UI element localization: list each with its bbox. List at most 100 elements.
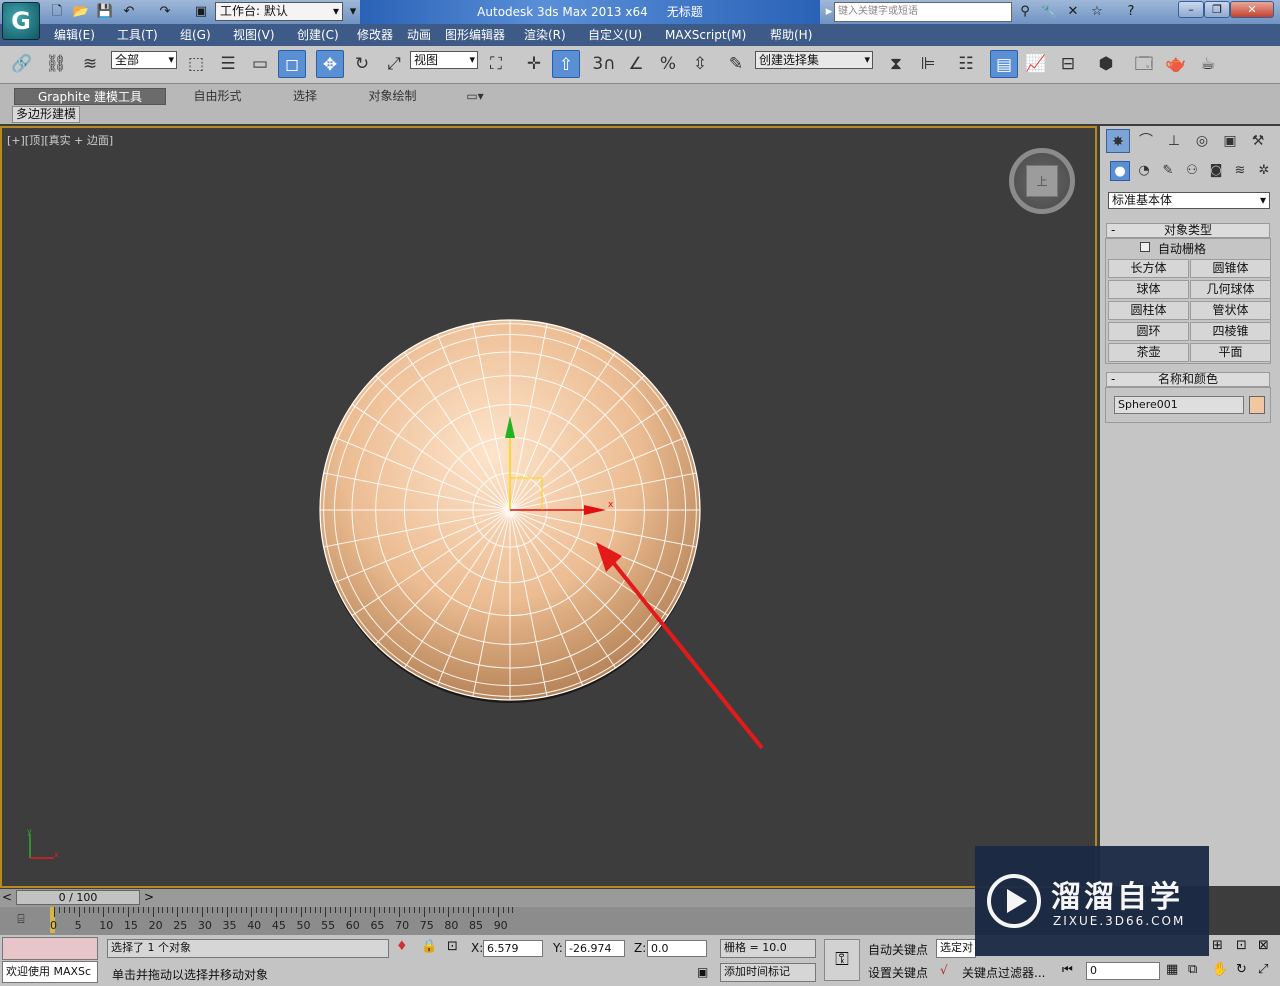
time-slider[interactable]: < 0 / 100 >: [0, 889, 975, 907]
pyramid-button[interactable]: 四棱锥: [1190, 322, 1271, 341]
menu-graph-editors[interactable]: 图形编辑器: [445, 24, 505, 46]
time-slider-thumb[interactable]: 0 / 100: [16, 890, 140, 905]
edit-named-selection-icon[interactable]: ✎: [722, 50, 750, 78]
close-button[interactable]: ✕: [1230, 1, 1274, 18]
select-manipulate-icon[interactable]: ✛: [520, 50, 548, 78]
motion-tab-icon[interactable]: ◎: [1190, 129, 1214, 153]
absolute-mode-icon[interactable]: ⊡: [447, 939, 458, 954]
new-file-icon[interactable]: 🗋: [48, 3, 66, 21]
z-coordinate-input[interactable]: 0.0: [647, 940, 707, 957]
polygon-modeling-panel[interactable]: 多边形建模: [12, 106, 80, 123]
box-button[interactable]: 长方体: [1108, 259, 1189, 278]
redo-icon[interactable]: ↷: [156, 3, 174, 21]
undo-icon[interactable]: ↶: [120, 3, 138, 21]
percent-snap-icon[interactable]: %: [654, 50, 682, 78]
selection-filter-dropdown[interactable]: 全部: [111, 51, 177, 69]
favorites-star-icon[interactable]: ☆: [1088, 3, 1106, 21]
y-coordinate-input[interactable]: -26.974: [565, 940, 625, 957]
project-folder-icon[interactable]: ▣: [192, 3, 210, 21]
space-warps-icon[interactable]: ≋: [1230, 161, 1250, 181]
selection-lock-icon[interactable]: 🔒: [421, 939, 437, 954]
select-and-move-icon[interactable]: ✥: [316, 50, 344, 78]
spinner-snap-icon[interactable]: ⇳: [686, 50, 714, 78]
tab-object-paint[interactable]: 对象绘制: [345, 88, 440, 105]
link-icon[interactable]: 🔗: [8, 50, 36, 78]
prev-frame-icon[interactable]: <: [2, 890, 12, 904]
track-bar[interactable]: ⌸ 0 5 10 15 20 25 30 35 40 45 50 55 60 65 70 75 80 85 90: [0, 907, 975, 935]
teapot-button[interactable]: 茶壶: [1108, 343, 1189, 362]
curve-editor-icon[interactable]: 📈: [1022, 50, 1050, 78]
app-logo-button[interactable]: G: [2, 2, 40, 40]
search-input[interactable]: 键入关键字或短语: [834, 2, 1012, 22]
display-tab-icon[interactable]: ▣: [1218, 129, 1242, 153]
sphere-object[interactable]: [319, 319, 701, 703]
render-production-icon[interactable]: ☕: [1194, 50, 1222, 78]
add-time-tag[interactable]: 添加时间标记: [720, 963, 816, 982]
viewport-top[interactable]: [+][顶][真实 + 边面] 上 x y x: [0, 126, 1097, 888]
menu-tools[interactable]: 工具(T): [117, 24, 158, 46]
next-frame-icon[interactable]: >: [144, 890, 154, 904]
cone-button[interactable]: 圆锥体: [1190, 259, 1271, 278]
select-by-name-icon[interactable]: ☰: [214, 50, 242, 78]
object-name-input[interactable]: Sphere001: [1114, 396, 1244, 414]
menu-edit[interactable]: 编辑(E): [54, 24, 95, 46]
x-coordinate-input[interactable]: 6.579: [483, 940, 543, 957]
cameras-icon[interactable]: ⚇: [1182, 161, 1202, 181]
geometry-icon[interactable]: ●: [1110, 161, 1130, 181]
pivot-point-icon[interactable]: ⛶: [482, 50, 510, 78]
zoom-region-icon[interactable]: ⧉: [1188, 962, 1197, 977]
subscription-icon[interactable]: 🔧: [1040, 3, 1058, 21]
named-selection-sets-dropdown[interactable]: 创建选择集: [755, 51, 873, 69]
help-icon[interactable]: ?: [1122, 3, 1140, 21]
zoom-extents-icon[interactable]: ⊞: [1212, 938, 1223, 953]
menu-help[interactable]: 帮助(H): [770, 24, 812, 46]
plane-button[interactable]: 平面: [1190, 343, 1271, 362]
rendered-frame-icon[interactable]: 🫖: [1162, 50, 1190, 78]
tab-freeform[interactable]: 自由形式: [170, 88, 265, 105]
schematic-view-icon[interactable]: ⊟: [1054, 50, 1082, 78]
isolate-selection-icon[interactable]: ♦: [396, 939, 408, 954]
workspace-dropdown[interactable]: 工作台: 默认: [215, 2, 343, 21]
field-of-view-icon[interactable]: ⊠: [1258, 938, 1269, 953]
goto-start-icon[interactable]: ⏮: [1062, 962, 1073, 977]
tab-selection[interactable]: 选择: [270, 88, 340, 105]
autogrid-checkbox[interactable]: [1140, 242, 1150, 252]
shapes-icon[interactable]: ◔: [1134, 161, 1154, 181]
mirror-icon[interactable]: ⧗: [882, 50, 910, 78]
object-color-swatch[interactable]: [1249, 396, 1265, 414]
keyboard-shortcut-override-icon[interactable]: ⇧: [552, 50, 580, 78]
material-editor-icon[interactable]: ⬢: [1092, 50, 1120, 78]
angle-snap-icon[interactable]: ∠: [622, 50, 650, 78]
geosphere-button[interactable]: 几何球体: [1190, 280, 1271, 299]
torus-button[interactable]: 圆环: [1108, 322, 1189, 341]
ribbon-options-icon[interactable]: ▭▾: [460, 88, 490, 105]
layer-manager-icon[interactable]: ☷: [952, 50, 980, 78]
menu-modifiers[interactable]: 修改器: [357, 24, 393, 46]
systems-icon[interactable]: ✲: [1254, 161, 1274, 181]
rectangular-selection-icon[interactable]: ▭: [246, 50, 274, 78]
menu-group[interactable]: 组(G): [180, 24, 211, 46]
object-type-rollout-header[interactable]: - 对象类型: [1106, 223, 1270, 238]
select-and-rotate-icon[interactable]: ↻: [348, 50, 376, 78]
cylinder-button[interactable]: 圆柱体: [1108, 301, 1189, 320]
set-key-icon[interactable]: ⚿: [824, 939, 860, 981]
key-filters-button[interactable]: 关键点过滤器...: [962, 964, 1045, 981]
create-tab-icon[interactable]: ✸: [1106, 129, 1130, 153]
orbit-icon[interactable]: ↻: [1236, 962, 1247, 977]
menu-animation[interactable]: 动画: [407, 24, 431, 46]
modify-tab-icon[interactable]: ⌒: [1134, 129, 1158, 153]
lights-icon[interactable]: ✎: [1158, 161, 1178, 181]
unlink-icon[interactable]: ⛓: [42, 50, 70, 78]
zoom-all-icon[interactable]: ⊡: [1236, 938, 1247, 953]
maxscript-listener-pink[interactable]: [2, 937, 98, 960]
helpers-icon[interactable]: ◙: [1206, 161, 1226, 181]
pan-hand-icon[interactable]: ✋: [1212, 962, 1228, 977]
category-dropdown[interactable]: 标准基本体: [1108, 192, 1270, 209]
key-filters-icon[interactable]: √: [940, 963, 948, 977]
menu-rendering[interactable]: 渲染(R): [524, 24, 566, 46]
align-icon[interactable]: ⊫: [914, 50, 942, 78]
sphere-button[interactable]: 球体: [1108, 280, 1189, 299]
graphite-toggle-icon[interactable]: ▤: [990, 50, 1018, 78]
tab-graphite-modeling[interactable]: Graphite 建模工具: [14, 88, 166, 105]
menu-customize[interactable]: 自定义(U): [588, 24, 642, 46]
